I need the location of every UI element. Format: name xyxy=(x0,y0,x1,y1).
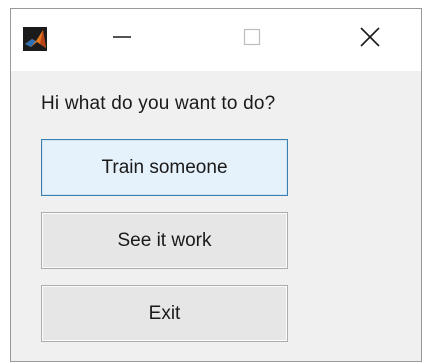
minimize-icon xyxy=(112,27,132,52)
prompt-text: Hi what do you want to do? xyxy=(41,93,276,114)
matlab-icon xyxy=(23,27,47,51)
maximize-icon xyxy=(242,27,262,52)
train-someone-button[interactable]: Train someone xyxy=(41,139,288,196)
train-someone-label: Train someone xyxy=(101,156,228,178)
exit-button[interactable]: Exit xyxy=(41,285,288,342)
see-it-work-label: See it work xyxy=(117,229,212,251)
see-it-work-button[interactable]: See it work xyxy=(41,212,288,269)
maximize-button[interactable] xyxy=(229,21,275,57)
close-button[interactable] xyxy=(347,21,393,57)
close-icon xyxy=(359,26,381,53)
dialog-window: Hi what do you want to do? Train someone… xyxy=(10,8,422,362)
title-bar[interactable] xyxy=(11,9,421,71)
minimize-button[interactable] xyxy=(99,21,145,57)
exit-label: Exit xyxy=(148,302,181,324)
